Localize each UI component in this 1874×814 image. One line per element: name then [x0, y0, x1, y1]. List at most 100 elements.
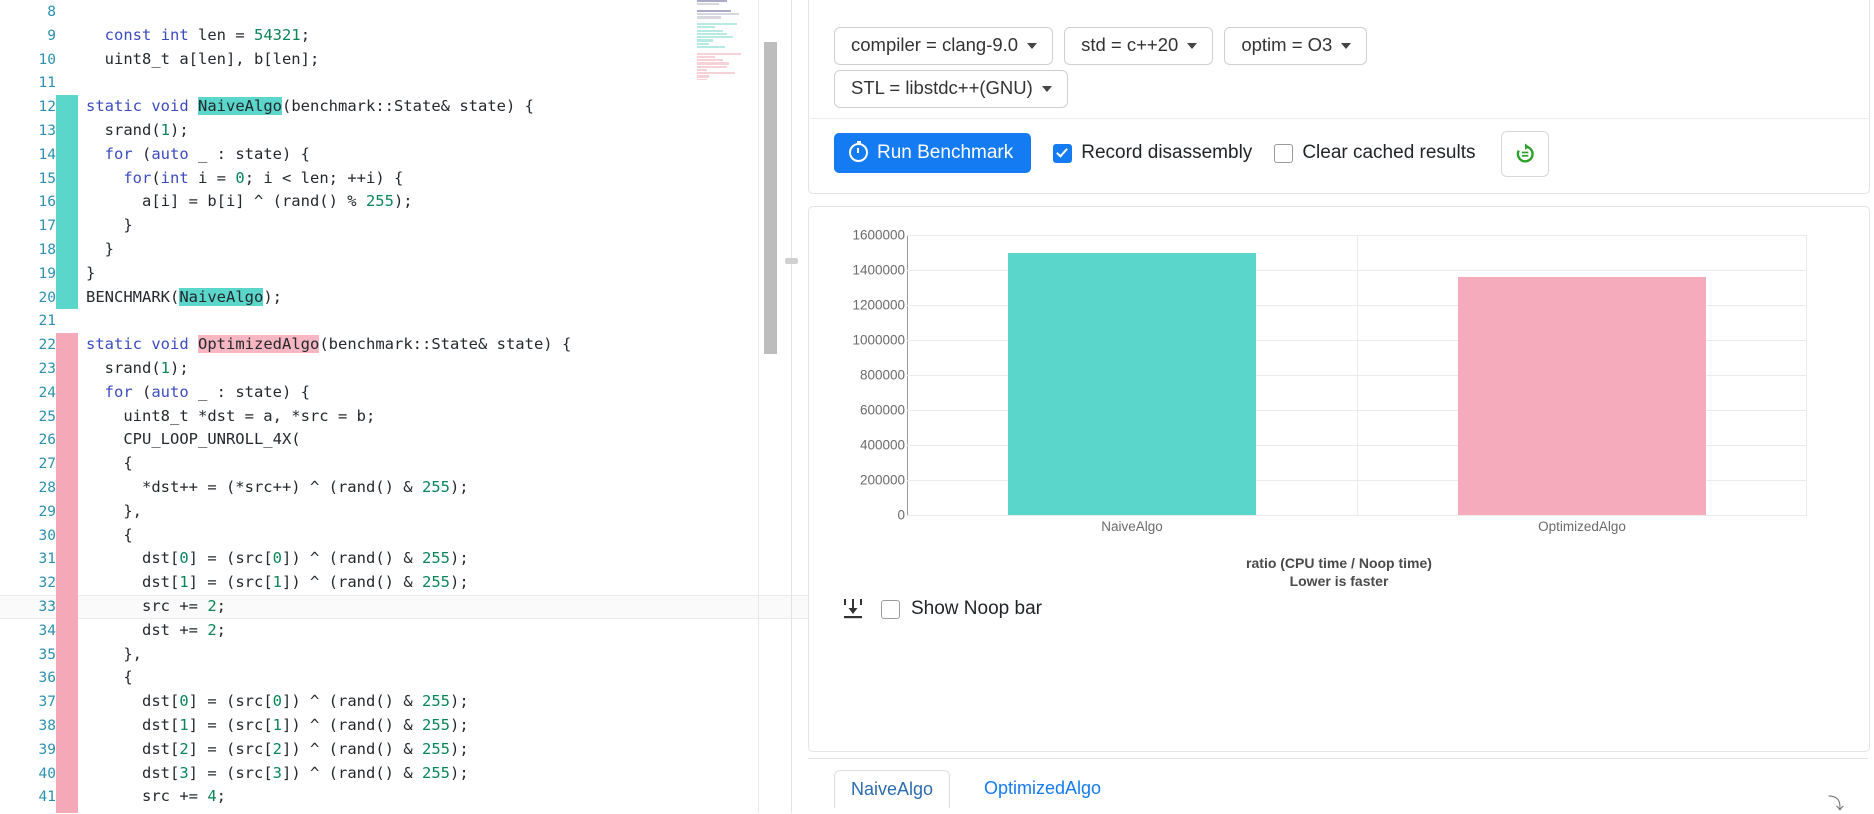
code-line[interactable]: 39 dst[2] = (src[2]) ^ (rand() & 255);: [0, 737, 840, 762]
code-line[interactable]: 21: [0, 309, 840, 333]
line-number: 10: [38, 51, 56, 68]
y-axis-tick-label: 1600000: [852, 227, 905, 243]
code-line[interactable]: 15 for(int i = 0; i < len; ++i) {: [0, 166, 840, 191]
y-axis-tick-label: 1000000: [852, 332, 905, 348]
code-line[interactable]: 35 },: [0, 642, 840, 667]
code-line[interactable]: 30 {: [0, 523, 840, 548]
code-line[interactable]: 20 BENCHMARK(NaiveAlgo);: [0, 285, 840, 310]
code-text: dst[3] = (src[3]) ^ (rand() & 255);: [86, 763, 469, 782]
code-line[interactable]: 40 dst[3] = (src[3]) ^ (rand() & 255);: [0, 761, 840, 786]
grid-line: [907, 515, 1807, 516]
y-axis-tick-label: 200000: [859, 472, 905, 488]
grid-line-vertical: [1357, 235, 1358, 515]
compiler-select-label: compiler = clang-9.0: [851, 34, 1019, 55]
minimap-line: [697, 68, 707, 72]
code-line[interactable]: 34 dst += 2;: [0, 618, 840, 643]
minimap-line: [697, 52, 741, 55]
green-recycle-icon-button[interactable]: [1501, 131, 1549, 177]
minimap-line: [697, 13, 739, 16]
gutter-marker: [56, 618, 78, 643]
code-line[interactable]: 17 }: [0, 214, 840, 238]
line-number: 38: [38, 717, 56, 734]
line-number: 34: [38, 622, 56, 639]
std-select[interactable]: std = c++20: [1064, 27, 1214, 65]
code-line[interactable]: 18 }: [0, 237, 840, 262]
stl-select[interactable]: STL = libstdc++(GNU): [834, 70, 1068, 108]
gutter-marker: [56, 261, 78, 286]
code-text: src += 2;: [86, 596, 227, 615]
code-line[interactable]: 24 for (auto _ : state) {: [0, 380, 840, 405]
code-text: for (auto _ : state) {: [104, 144, 310, 163]
code-line[interactable]: 32 dst[1] = (src[1]) ^ (rand() & 255);: [0, 571, 840, 595]
editor-minimap[interactable]: [695, 0, 757, 80]
line-number: 36: [38, 670, 56, 687]
code-text: {: [86, 525, 133, 544]
code-editor[interactable]: 8 9 const int len = 54321; 10 uint8_t a[le…: [0, 0, 935, 813]
line-number: 29: [38, 503, 56, 520]
code-line[interactable]: 33 src += 2;: [0, 594, 840, 619]
chart-bar[interactable]: [1458, 277, 1706, 515]
code-line[interactable]: 27 {: [0, 452, 840, 476]
line-number: 22: [38, 337, 56, 354]
editor-vertical-scrollbar[interactable]: [764, 0, 777, 813]
line-number: 12: [38, 99, 56, 116]
code-text: for(int i = 0; i < len; ++i) {: [123, 168, 404, 187]
code-line[interactable]: 37 dst[0] = (src[0]) ^ (rand() & 255);: [0, 690, 840, 714]
chart-card: 1600000 1400000 1200000 1000000 800000 600000…: [808, 206, 1870, 752]
compiler-select[interactable]: compiler = clang-9.0: [834, 27, 1054, 65]
panel-splitter[interactable]: [791, 0, 792, 813]
code-line[interactable]: 13 srand(1);: [0, 118, 840, 143]
chevron-down-icon: [1187, 43, 1198, 50]
clear-cached-results-checkbox[interactable]: Clear cached results: [1274, 142, 1476, 164]
x-axis-tick-label: OptimizedAlgo: [1538, 519, 1626, 534]
minimap-line: [697, 65, 727, 68]
optim-select[interactable]: optim = O3: [1224, 27, 1368, 65]
line-number: 35: [38, 646, 56, 663]
code-line[interactable]: 26 CPU_LOOP_UNROLL_4X(: [0, 428, 840, 453]
tab-optimizedalgo[interactable]: OptimizedAlgo: [968, 770, 1117, 807]
line-number: 19: [38, 265, 56, 282]
code-line[interactable]: 16 a[i] = b[i] ^ (rand() % 255);: [0, 190, 840, 215]
line-number: 25: [38, 408, 56, 425]
show-noop-bar-checkbox[interactable]: Show Noop bar: [881, 598, 1042, 620]
code-text: CPU_LOOP_UNROLL_4X(: [86, 430, 301, 449]
code-line[interactable]: 36 {: [0, 666, 840, 691]
code-line[interactable]: 31 dst[0] = (src[0]) ^ (rand() & 255);: [0, 547, 840, 572]
line-number: 9: [47, 27, 56, 44]
code-line[interactable]: 19}: [0, 261, 840, 286]
x-axis-labels: NaiveAlgo OptimizedAlgo: [907, 519, 1807, 549]
code-line[interactable]: 23 srand(1);: [0, 356, 840, 381]
record-disassembly-checkbox[interactable]: Record disassembly: [1053, 142, 1252, 164]
minimap-line: [697, 29, 723, 32]
chart-bar[interactable]: [1008, 252, 1256, 515]
code-line[interactable]: 14 for (auto _ : state) {: [0, 142, 840, 167]
checkbox-checked-icon[interactable]: [1053, 143, 1073, 163]
download-icon[interactable]: [841, 597, 865, 621]
code-text: a[i] = b[i] ^ (rand() % 255);: [86, 192, 413, 211]
editor-scrollbar-thumb[interactable]: [764, 42, 777, 354]
checkbox-unchecked-icon[interactable]: [881, 599, 900, 619]
gutter-marker: [56, 713, 78, 738]
y-axis-tick-label: 800000: [859, 367, 905, 383]
code-line[interactable]: 42 dst += 4;: [0, 809, 840, 813]
code-line[interactable]: 22 static void OptimizedAlgo(benchmark::S…: [0, 333, 840, 357]
code-line[interactable]: 12 static void NaiveAlgo(benchmark::State…: [0, 95, 840, 119]
code-lines-container[interactable]: 8 9 const int len = 54321; 10 uint8_t a[le…: [0, 0, 840, 813]
code-text: src += 4;: [86, 787, 227, 806]
minimap-line: [697, 75, 709, 78]
panel-splitter-handle[interactable]: [785, 258, 798, 264]
code-line[interactable]: 29 },: [0, 499, 840, 524]
code-line[interactable]: 25 uint8_t *dst = a, *src = b;: [0, 404, 840, 429]
resize-corner-icon[interactable]: ⤵: [1828, 790, 1844, 814]
run-benchmark-button[interactable]: Run Benchmark: [834, 133, 1032, 173]
code-text: srand(1);: [86, 358, 189, 377]
line-number: 37: [38, 694, 56, 711]
tabs-top-border: [808, 758, 1868, 759]
line-number: 17: [38, 218, 56, 235]
code-line[interactable]: 38 dst[1] = (src[1]) ^ (rand() & 255);: [0, 713, 840, 738]
code-line[interactable]: 28 *dst++ = (*src++) ^ (rand() & 255);: [0, 475, 840, 500]
tab-naivealgo[interactable]: NaiveAlgo: [834, 770, 951, 808]
checkbox-unchecked-icon[interactable]: [1274, 143, 1294, 163]
gutter-marker: [56, 71, 78, 95]
code-line[interactable]: 41 src += 4;: [0, 785, 840, 810]
